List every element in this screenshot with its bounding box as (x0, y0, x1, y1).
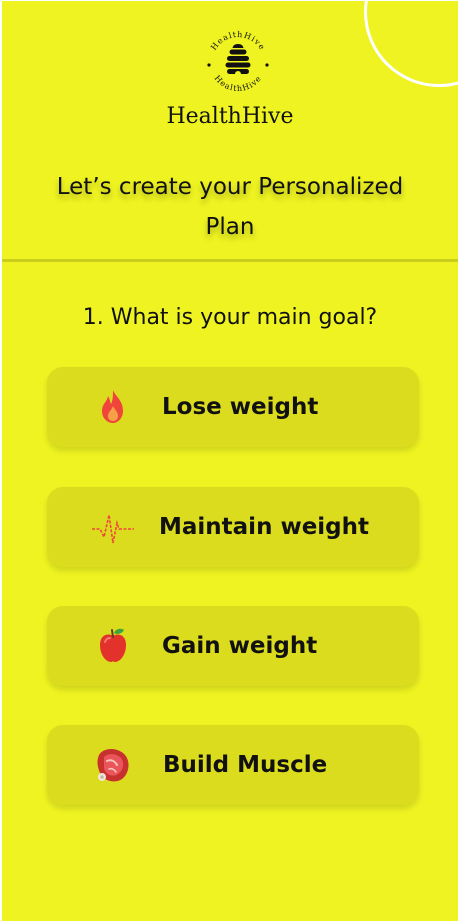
option-gain-weight[interactable]: Gain weight (47, 606, 419, 686)
fire-icon (102, 390, 123, 423)
heartbeat-icon (92, 514, 134, 544)
option-lose-weight[interactable]: Lose weight (47, 367, 419, 447)
decorative-circle (364, 1, 458, 87)
apple-icon (100, 628, 126, 662)
option-label: Lose weight (162, 394, 319, 420)
svg-text:HealthHive: HealthHive (213, 74, 264, 94)
logo-badge-top-text: HealthHive (209, 30, 266, 52)
page-title: Let’s create your Personalized Plan (56, 174, 404, 240)
healthhive-logo: HealthHive HealthHive (207, 30, 269, 94)
question-text: 1. What is your main goal? (82, 305, 378, 330)
header-divider (2, 259, 458, 262)
meat-icon (97, 749, 129, 782)
option-label: Gain weight (162, 633, 318, 659)
option-label: Maintain weight (159, 514, 370, 540)
option-maintain-weight[interactable]: Maintain weight (47, 487, 419, 567)
beehive-icon (225, 44, 251, 74)
goal-selection-screen: HealthHive HealthHive HealthHive Let’s c… (2, 1, 458, 921)
option-label: Build Muscle (163, 752, 328, 778)
option-build-muscle[interactable]: Build Muscle (47, 725, 419, 805)
svg-text:HealthHive: HealthHive (209, 30, 267, 52)
logo-badge-bottom-text: HealthHive (213, 74, 263, 94)
brand-name: HealthHive (166, 104, 294, 129)
